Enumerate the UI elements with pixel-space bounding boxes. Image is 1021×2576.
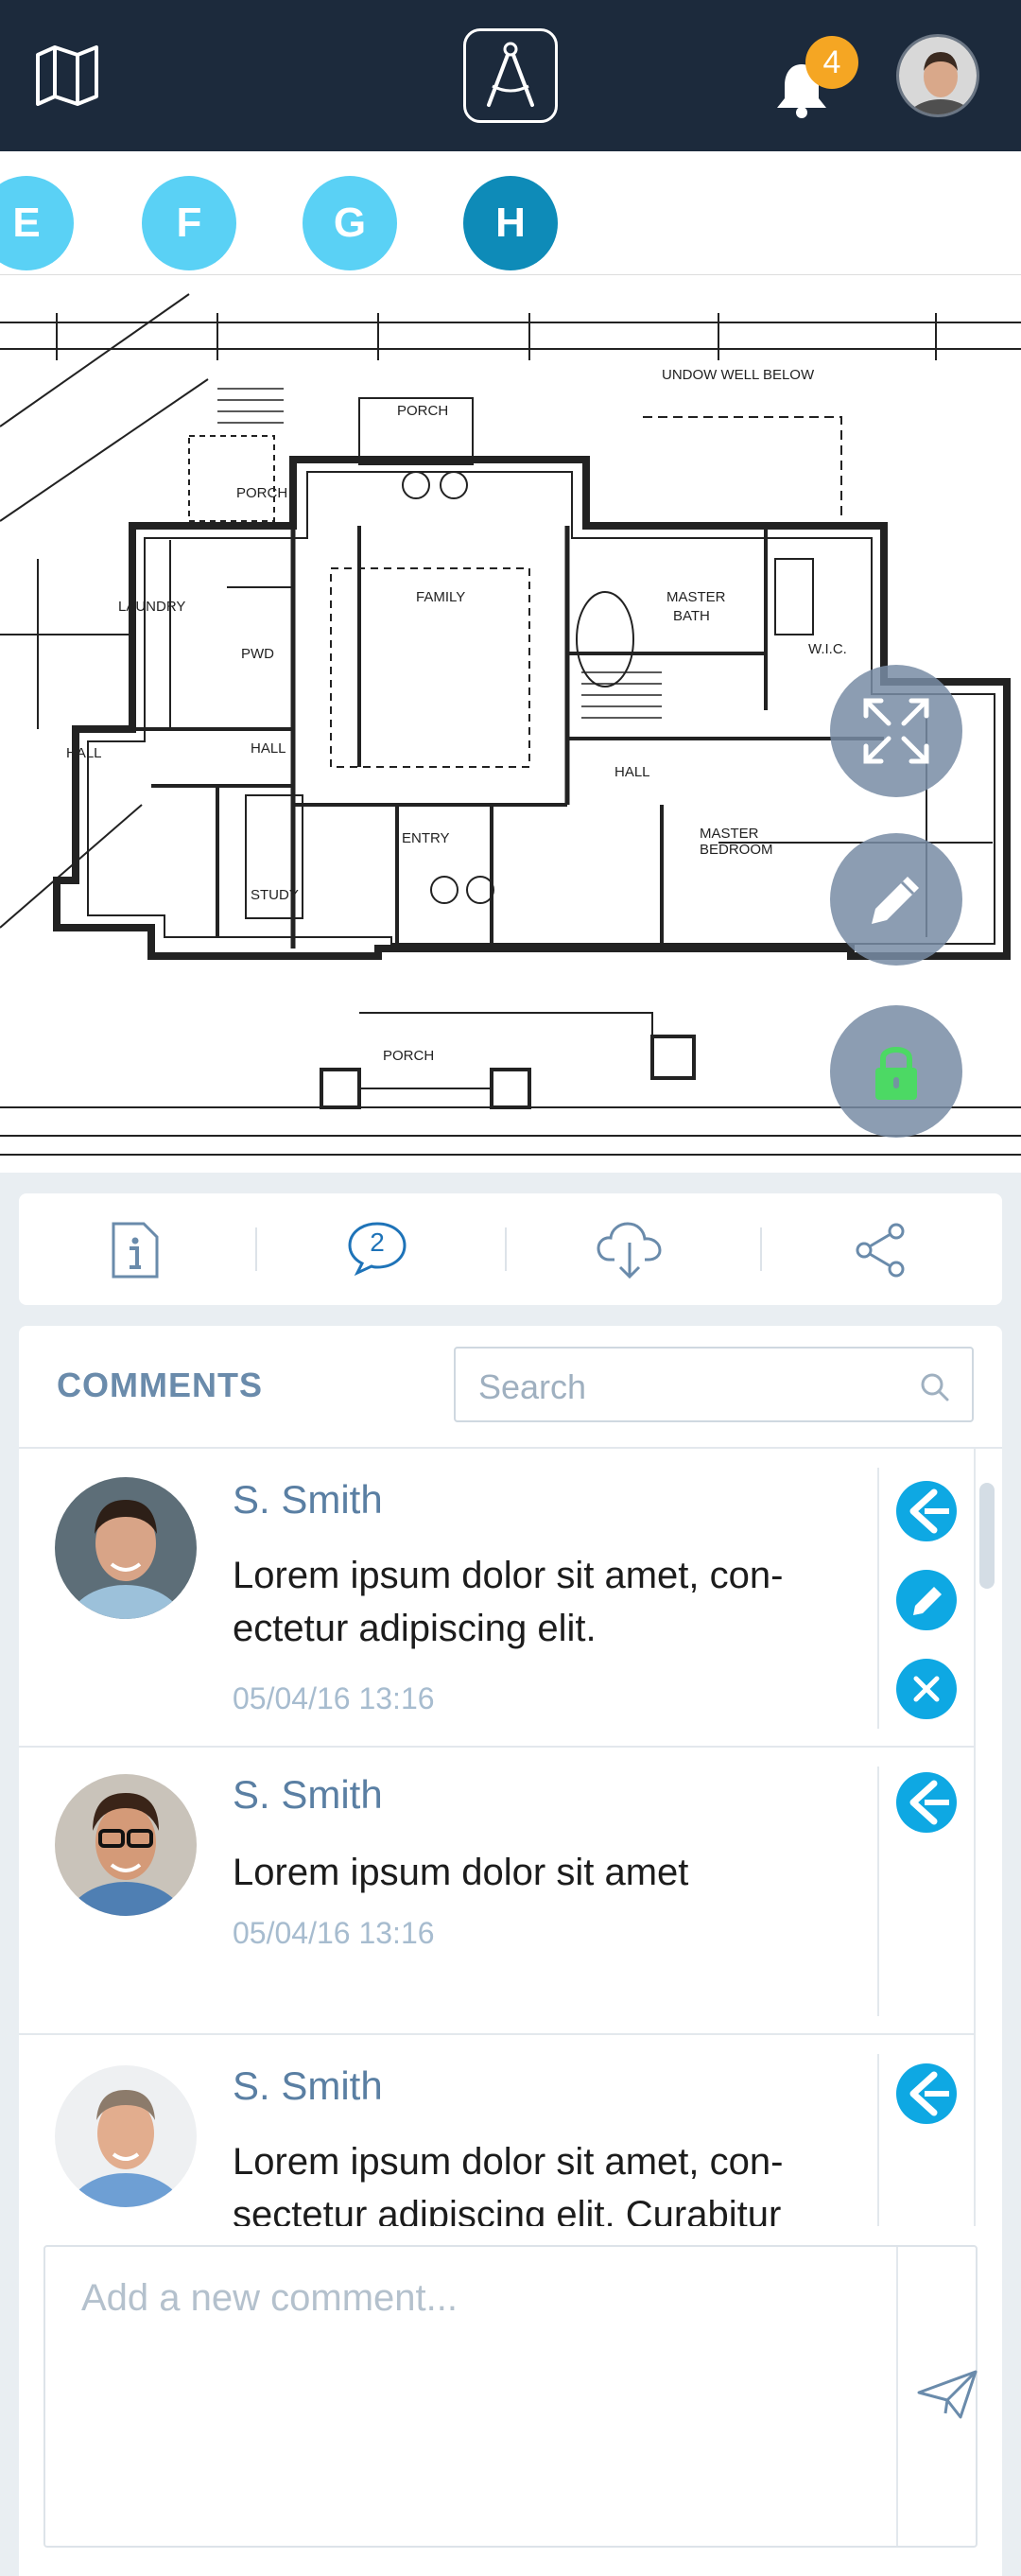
toolbar-divider [505, 1227, 507, 1271]
reply-button[interactable] [896, 1481, 957, 1541]
floor-plan-viewer[interactable]: PORCH FAMILY MASTER BATH STUDY MASTER BE… [0, 274, 1021, 1173]
download-button[interactable] [510, 1193, 756, 1305]
svg-text:HALL: HALL [614, 764, 650, 780]
delete-comment-button[interactable] [896, 1659, 957, 1719]
comments-search-input[interactable]: Search [454, 1347, 974, 1422]
cloud-download-icon [597, 1222, 662, 1279]
send-paper-plane-icon [917, 2370, 978, 2419]
comment-author-avatar[interactable] [55, 1477, 197, 1619]
svg-text:PORCH: PORCH [383, 1048, 434, 1064]
sheet-tab-h[interactable]: H [463, 176, 558, 270]
comment-item: S. Smith Lorem ipsum dolor sit amet, con… [19, 2035, 974, 2226]
comment-date: 05/04/16 13:16 [233, 1916, 435, 1950]
edit-markup-button[interactable] [830, 833, 962, 966]
comment-text: Lorem ipsum dolor sit amet [233, 1852, 689, 1893]
app-logo-compass-icon[interactable] [463, 28, 558, 123]
comments-panel: COMMENTS Search S. Smith Lorem ipsum dol… [19, 1326, 1002, 2576]
svg-text:PWD: PWD [241, 646, 274, 662]
comment-count: 2 [370, 1227, 385, 1257]
composer-divider [896, 2247, 898, 2546]
close-icon [913, 1676, 940, 1702]
share-icon [856, 1223, 905, 1278]
new-comment-input[interactable]: Add a new comment... [43, 2245, 978, 2548]
info-icon [112, 1222, 159, 1279]
new-comment-placeholder: Add a new comment... [81, 2277, 458, 2319]
sheet-toolbar: 2 [19, 1193, 1002, 1305]
user-avatar[interactable] [896, 34, 979, 117]
sheet-tab-bar: E F G H [0, 151, 1021, 274]
comments-list[interactable]: S. Smith Lorem ipsum dolor sit amet, con… [19, 1447, 1002, 2226]
fullscreen-button[interactable] [830, 665, 962, 797]
svg-text:PORCH: PORCH [236, 485, 287, 501]
comment-author[interactable]: S. Smith [233, 1477, 383, 1523]
expand-icon [863, 698, 929, 764]
reply-icon [909, 1488, 949, 1534]
pencil-icon [913, 1587, 942, 1615]
top-app-bar: 4 [0, 0, 1021, 151]
svg-text:STUDY: STUDY [251, 887, 299, 903]
svg-text:FAMILY: FAMILY [416, 589, 465, 605]
svg-text:MASTER: MASTER [700, 826, 759, 842]
reply-icon [909, 2071, 949, 2116]
comment-text: Lorem ipsum dolor sit amet, con-ectetur … [233, 1555, 784, 1649]
svg-text:MASTER: MASTER [666, 589, 726, 605]
reply-icon [909, 1780, 949, 1825]
edit-comment-button[interactable] [896, 1570, 957, 1630]
toolbar-divider [255, 1227, 257, 1271]
svg-text:HALL: HALL [251, 740, 286, 757]
info-button[interactable] [19, 1193, 265, 1305]
comments-button[interactable]: 2 [265, 1193, 510, 1305]
comment-text: Lorem ipsum dolor sit amet, con-sectetur… [233, 2141, 784, 2226]
comment-author[interactable]: S. Smith [233, 2063, 383, 2109]
comment-actions-divider [877, 1468, 879, 1729]
comments-title: COMMENTS [57, 1366, 263, 1404]
search-icon [921, 1373, 949, 1401]
map-icon[interactable] [34, 44, 100, 106]
notification-count-badge: 4 [805, 36, 858, 89]
comment-actions-divider [877, 1767, 879, 2016]
comment-item: S. Smith Lorem ipsum dolor sit amet 05/0… [19, 1748, 974, 2035]
sheet-tab-e[interactable]: E [0, 176, 74, 270]
comment-author-avatar[interactable] [55, 1774, 197, 1916]
search-placeholder: Search [478, 1367, 587, 1406]
sheet-tab-f[interactable]: F [142, 176, 236, 270]
share-button[interactable] [756, 1193, 1002, 1305]
svg-text:HALL: HALL [66, 745, 102, 761]
reply-button[interactable] [896, 1772, 957, 1833]
comment-author-avatar[interactable] [55, 2065, 197, 2207]
sheet-tab-g[interactable]: G [303, 176, 397, 270]
lock-button[interactable] [830, 1005, 962, 1138]
comments-scrollbar-thumb[interactable] [979, 1483, 995, 1589]
reply-button[interactable] [896, 2063, 957, 2124]
comment-date: 05/04/16 13:16 [233, 1681, 435, 1715]
svg-text:ENTRY: ENTRY [402, 830, 450, 846]
lock-icon [875, 1047, 917, 1100]
comment-author[interactable]: S. Smith [233, 1772, 383, 1818]
svg-text:UNDOW WELL BELOW: UNDOW WELL BELOW [662, 367, 815, 383]
comment-actions-divider [877, 2054, 879, 2226]
svg-text:BEDROOM: BEDROOM [700, 842, 773, 858]
send-comment-button[interactable] [915, 2366, 981, 2423]
pencil-icon [872, 877, 919, 924]
svg-text:LAUNDRY: LAUNDRY [118, 599, 185, 615]
svg-text:PORCH: PORCH [397, 403, 448, 419]
svg-text:BATH: BATH [673, 608, 710, 624]
comment-item: S. Smith Lorem ipsum dolor sit amet, con… [19, 1449, 974, 1748]
svg-text:W.I.C.: W.I.C. [808, 641, 847, 657]
